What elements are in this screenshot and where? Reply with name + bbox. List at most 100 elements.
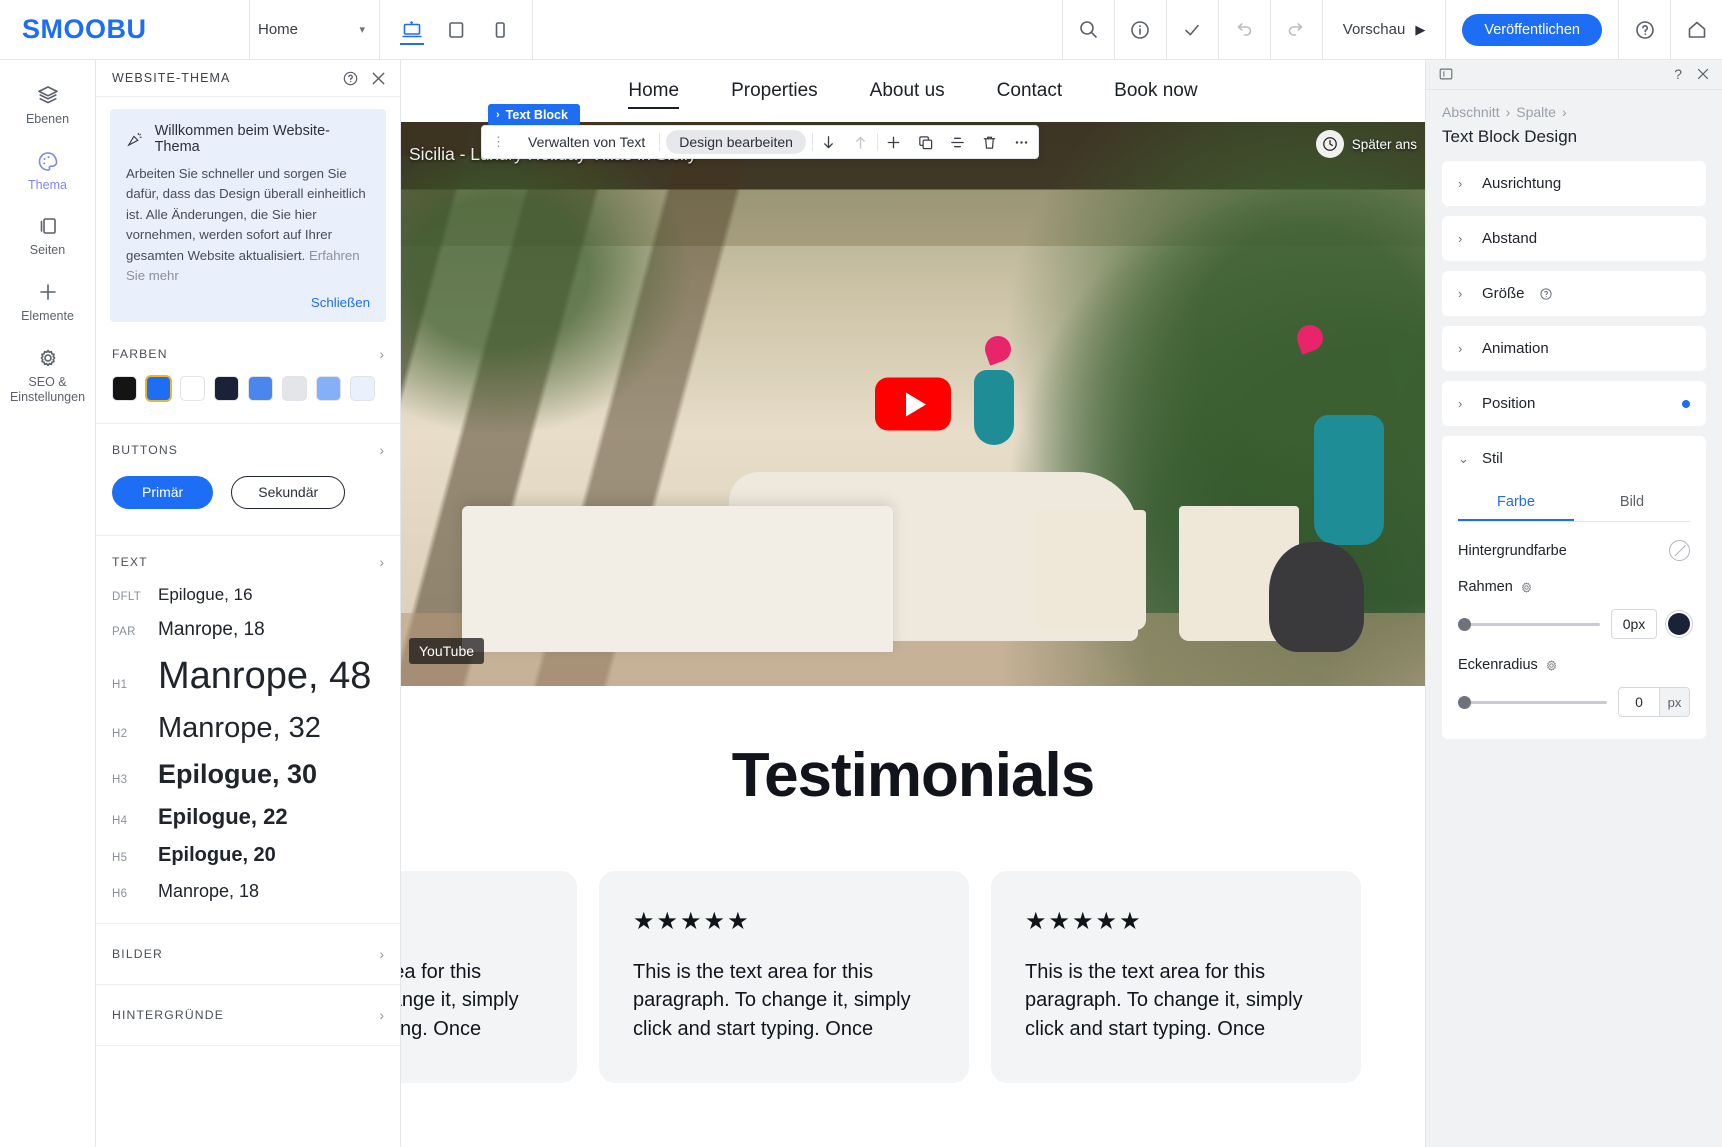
sidebar-item-thema[interactable]: Thema: [0, 138, 95, 204]
typography-row-h2[interactable]: H2Manrope, 32: [112, 705, 384, 752]
typography-row-par[interactable]: PARManrope, 18: [112, 612, 384, 648]
color-swatch-6[interactable]: [316, 376, 341, 401]
search-button[interactable]: [1062, 0, 1114, 59]
welcome-close-link[interactable]: Schließen: [126, 295, 370, 310]
help-icon[interactable]: [342, 70, 359, 87]
manage-text-button[interactable]: Verwalten von Text: [514, 134, 659, 150]
preview-button[interactable]: Vorschau ▶: [1322, 0, 1446, 59]
redo-button[interactable]: [1270, 0, 1322, 59]
testimonial-card[interactable]: ★★★★★This is the text area for this para…: [991, 871, 1361, 1083]
confirm-button[interactable]: [1166, 0, 1218, 59]
duplicate-block-button[interactable]: [910, 125, 942, 159]
edit-design-button[interactable]: Design bearbeiten: [666, 130, 806, 154]
images-section-header[interactable]: BILDER ›: [96, 924, 400, 984]
page-selector[interactable]: Home ▾: [250, 0, 380, 59]
close-icon[interactable]: [371, 71, 386, 86]
sidebar-item-elemente[interactable]: Elemente: [0, 269, 95, 335]
backgrounds-section-header[interactable]: HINTERGRÜNDE ›: [96, 985, 400, 1045]
buttons-section-header[interactable]: BUTTONS ›: [96, 424, 400, 472]
close-icon[interactable]: [1696, 67, 1710, 81]
move-up-button[interactable]: [845, 125, 877, 159]
sidebar-item-seo-einstellungen[interactable]: SEO & Einstellungen: [0, 335, 95, 416]
accordion-stil-header[interactable]: ⌄ Stil: [1442, 436, 1706, 481]
nav-link-about-us[interactable]: About us: [870, 80, 945, 102]
color-swatch-7[interactable]: [350, 376, 375, 401]
search-icon: [1078, 19, 1099, 40]
tab-farbe[interactable]: Farbe: [1458, 485, 1574, 521]
sidebar-item-ebenen[interactable]: Ebenen: [0, 72, 95, 138]
watch-later-control[interactable]: Später ans: [1316, 130, 1417, 158]
corner-radius-slider[interactable]: [1458, 692, 1607, 712]
tab-bild[interactable]: Bild: [1574, 485, 1690, 521]
typography-row-h6[interactable]: H6Manrope, 18: [112, 874, 384, 909]
accordion-animation-header[interactable]: ›Animation: [1442, 326, 1706, 371]
accordion-abstand-header[interactable]: ›Abstand: [1442, 216, 1706, 261]
color-swatch-3[interactable]: [214, 376, 239, 401]
corner-radius-unit[interactable]: px: [1659, 688, 1689, 716]
delete-block-button[interactable]: [974, 125, 1006, 159]
typography-row-h3[interactable]: H3Epilogue, 30: [112, 752, 384, 797]
accordion-position-header[interactable]: ›Position: [1442, 381, 1706, 426]
backgrounds-label: HINTERGRÜNDE: [112, 1008, 224, 1022]
help-icon[interactable]: ?: [1674, 66, 1682, 82]
home-button[interactable]: [1670, 0, 1722, 59]
accordion-ausrichtung-header[interactable]: ›Ausrichtung: [1442, 161, 1706, 206]
color-swatch-0[interactable]: [112, 376, 137, 401]
text-section-header[interactable]: TEXT ›: [96, 536, 400, 576]
help-button[interactable]: [1618, 0, 1670, 59]
corner-radius-label: Eckenradius: [1458, 657, 1538, 673]
nav-link-home[interactable]: Home: [628, 80, 679, 102]
add-icon: [885, 134, 902, 151]
mobile-view-button[interactable]: [480, 9, 520, 51]
typography-row-h1[interactable]: H1Manrope, 48: [112, 648, 384, 705]
testimonial-card[interactable]: ★★★★★This is the text area for this para…: [401, 871, 577, 1083]
selected-block-badge[interactable]: › Text Block: [488, 104, 580, 126]
slider-knob[interactable]: [1458, 618, 1471, 631]
tablet-view-button[interactable]: [436, 9, 476, 51]
panel-toggle-icon[interactable]: [1438, 66, 1454, 82]
align-block-button[interactable]: [942, 125, 974, 159]
undo-button[interactable]: [1218, 0, 1270, 59]
gear-icon[interactable]: [1545, 659, 1558, 672]
slider-knob[interactable]: [1458, 696, 1471, 709]
border-slider[interactable]: [1458, 614, 1600, 634]
desktop-view-button[interactable]: [392, 9, 432, 51]
typography-row-h5[interactable]: H5Epilogue, 20: [112, 837, 384, 874]
corner-radius-value-input[interactable]: 0: [1619, 688, 1659, 716]
accordion-gr-e-header[interactable]: ›Größe: [1442, 271, 1706, 316]
add-block-button[interactable]: [878, 125, 910, 159]
secondary-button-preview[interactable]: Sekundär: [231, 476, 345, 509]
nav-link-contact[interactable]: Contact: [997, 80, 1062, 102]
more-options-button[interactable]: [1006, 125, 1038, 159]
gear-icon[interactable]: [1520, 581, 1533, 594]
drag-handle-icon[interactable]: ⋮: [482, 134, 514, 150]
help-icon[interactable]: [1539, 287, 1553, 301]
brand-logo[interactable]: SMOOBU: [0, 0, 250, 59]
publish-button[interactable]: Veröffentlichen: [1462, 14, 1602, 46]
youtube-logo[interactable]: YouTube: [409, 638, 484, 664]
chevron-right-icon: ›: [379, 442, 384, 458]
color-swatch-4[interactable]: [248, 376, 273, 401]
corner-radius-input-group: 0 px: [1618, 687, 1690, 717]
colors-section-header[interactable]: FARBEN ›: [96, 328, 400, 376]
border-value-input[interactable]: 0px: [1611, 609, 1657, 639]
typography-row-h4[interactable]: H4Epilogue, 22: [112, 797, 384, 837]
nav-link-book-now[interactable]: Book now: [1114, 80, 1197, 102]
breadcrumb-item-section[interactable]: Abschnitt: [1442, 104, 1500, 120]
typography-row-dflt[interactable]: DFLTEpilogue, 16: [112, 578, 384, 612]
no-color-icon[interactable]: [1669, 540, 1690, 561]
nav-link-properties[interactable]: Properties: [731, 80, 818, 102]
color-swatch-5[interactable]: [282, 376, 307, 401]
color-swatch-1[interactable]: [146, 376, 171, 401]
info-button[interactable]: [1114, 0, 1166, 59]
primary-button-preview[interactable]: Primär: [112, 476, 213, 509]
testimonial-card[interactable]: ★★★★★This is the text area for this para…: [599, 871, 969, 1083]
move-down-button[interactable]: [813, 125, 845, 159]
hero-video-block[interactable]: Sicilia - Luxury Holiday Villas in Sicil…: [401, 122, 1425, 686]
play-icon: ▶: [1415, 22, 1425, 38]
border-color-swatch[interactable]: [1668, 613, 1690, 635]
color-swatch-2[interactable]: [180, 376, 205, 401]
youtube-play-button[interactable]: [875, 378, 951, 431]
sidebar-item-seiten[interactable]: Seiten: [0, 203, 95, 269]
breadcrumb-item-column[interactable]: Spalte: [1516, 104, 1556, 120]
